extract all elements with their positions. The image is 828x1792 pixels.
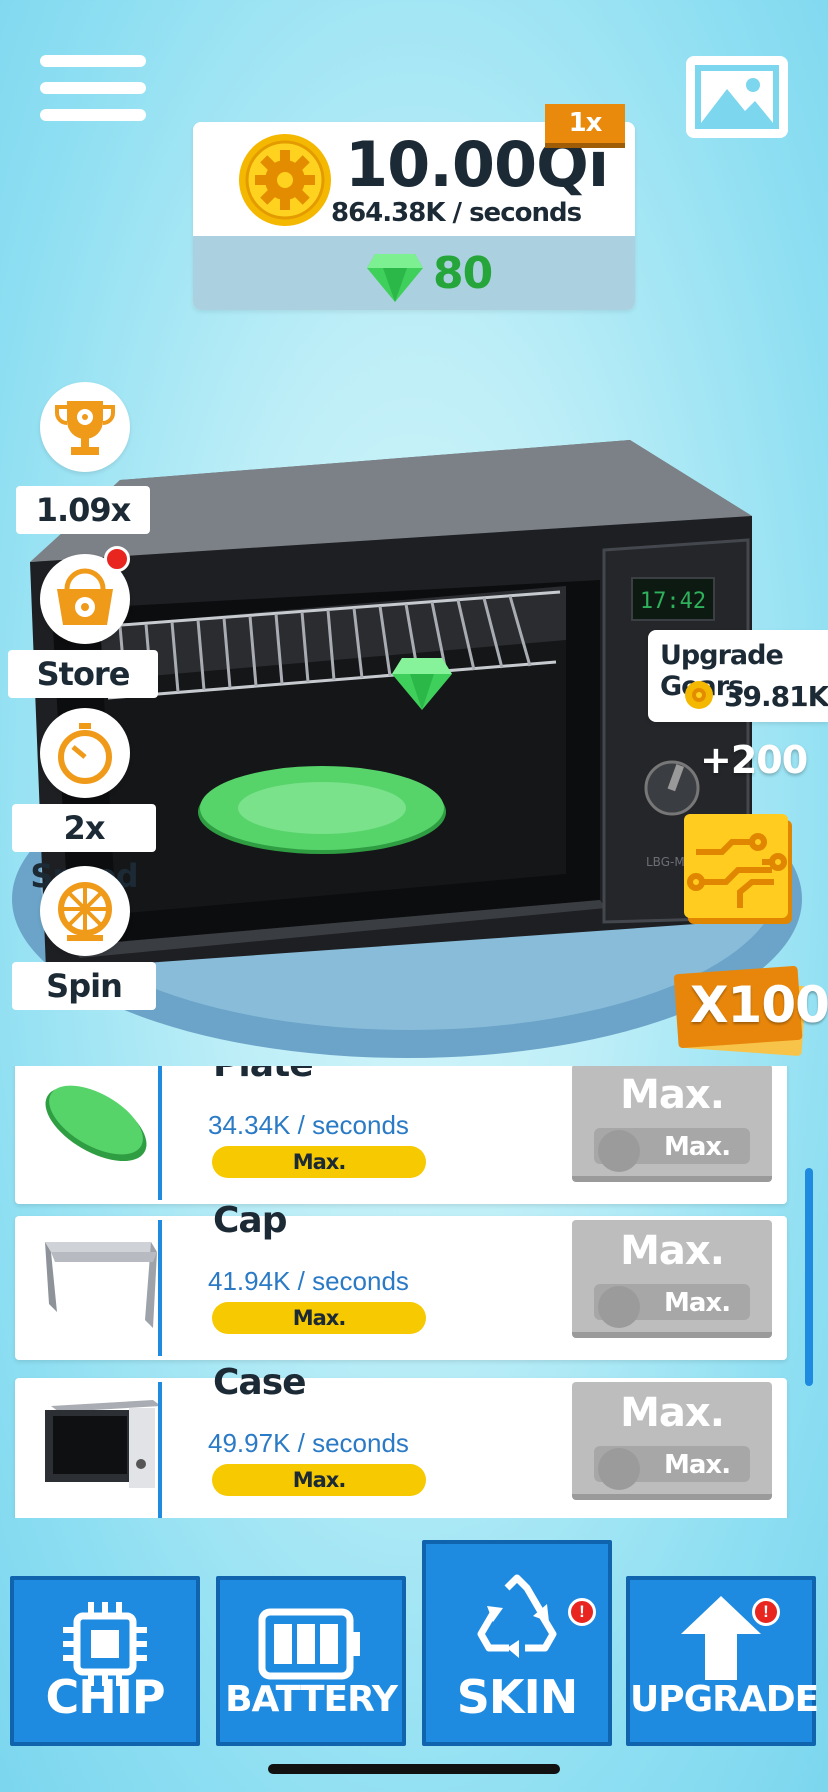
x100-label: X100 bbox=[690, 976, 828, 1034]
nav-upgrade-label: UPGRADE bbox=[630, 1679, 819, 1720]
spin-label: Spin bbox=[12, 962, 156, 1010]
recycle-icon bbox=[477, 1574, 557, 1658]
gear-coin-icon bbox=[239, 134, 331, 226]
floating-gem-icon[interactable] bbox=[390, 656, 454, 712]
list-item[interactable]: Case 49.97K / seconds Max. Max. Max. bbox=[15, 1362, 787, 1518]
nav-battery-button[interactable]: BATTERY bbox=[216, 1576, 406, 1746]
part-rate: 41.94K / seconds bbox=[208, 1266, 409, 1296]
nav-chip-button[interactable]: CHIP bbox=[10, 1576, 200, 1746]
upgrade-alert-badge: ! bbox=[752, 1598, 780, 1626]
plate-thumbnail bbox=[45, 1085, 147, 1162]
part-level-bar: Max. bbox=[212, 1302, 426, 1334]
part-level-bar: Max. bbox=[212, 1146, 426, 1178]
gem-balance: 80 bbox=[433, 248, 493, 299]
clock-display: 17:42 bbox=[640, 589, 706, 614]
nav-battery-label: BATTERY bbox=[225, 1679, 398, 1720]
gear-coin-icon bbox=[598, 1286, 640, 1328]
nav-skin-label: SKIN bbox=[456, 1670, 578, 1724]
gear-coin-icon bbox=[598, 1130, 640, 1172]
bonus-amount: +200 bbox=[700, 738, 808, 782]
gallery-button[interactable] bbox=[686, 56, 788, 138]
parts-list[interactable]: Plate 34.34K / seconds Max. Max. Max. Ca… bbox=[0, 1066, 828, 1518]
nav-skin-button[interactable]: SKIN ! bbox=[422, 1540, 612, 1746]
part-level-bar: Max. bbox=[212, 1464, 426, 1496]
buy-part-button[interactable]: Max. Max. bbox=[572, 1220, 772, 1338]
store-label: Store bbox=[8, 650, 158, 698]
upgrade-gears-button[interactable]: Upgrade Gears 39.81K bbox=[648, 630, 828, 722]
circuit-card-icon[interactable] bbox=[682, 812, 794, 924]
buy-part-button[interactable]: Max. Max. bbox=[572, 1382, 772, 1500]
part-name: Cap bbox=[213, 1200, 287, 1241]
speed-label: 2x Speed bbox=[12, 804, 156, 895]
currency-panel: 10.00Qi 864.38K / seconds 80 bbox=[193, 122, 635, 310]
list-item[interactable]: Cap 41.94K / seconds Max. Max. Max. bbox=[15, 1200, 787, 1360]
nav-upgrade-button[interactable]: UPGRADE ! bbox=[626, 1576, 819, 1746]
trophy-multiplier-label: 1.09x bbox=[16, 486, 150, 534]
skin-alert-badge: ! bbox=[568, 1598, 596, 1626]
hamburger-menu-icon bbox=[40, 55, 146, 67]
part-name: Plate bbox=[213, 1066, 314, 1085]
income-multiplier-badge[interactable]: 1x bbox=[545, 104, 625, 148]
list-scrollbar[interactable] bbox=[805, 1168, 813, 1386]
wheel-icon bbox=[58, 882, 112, 941]
list-item[interactable]: Plate 34.34K / seconds Max. Max. Max. bbox=[15, 1066, 787, 1204]
trophy-button[interactable] bbox=[40, 382, 130, 472]
part-rate: 34.34K / seconds bbox=[208, 1110, 409, 1140]
cap-thumbnail bbox=[45, 1242, 157, 1328]
image-gallery-icon bbox=[695, 65, 779, 129]
buy-part-button[interactable]: Max. Max. bbox=[572, 1066, 772, 1182]
trophy-gear-icon bbox=[55, 401, 115, 455]
part-name: Case bbox=[213, 1362, 307, 1403]
gear-coin-icon bbox=[685, 681, 713, 709]
oven-plate bbox=[198, 766, 446, 854]
gem-icon bbox=[367, 254, 423, 302]
speed-button[interactable] bbox=[40, 708, 130, 798]
gear-coin-icon bbox=[598, 1448, 640, 1490]
store-notification-dot bbox=[104, 546, 130, 572]
basket-gear-icon bbox=[57, 568, 113, 625]
menu-button[interactable] bbox=[40, 55, 146, 121]
upgrade-gears-cost: 39.81K bbox=[724, 680, 828, 713]
spin-button[interactable] bbox=[40, 866, 130, 956]
nav-chip-label: CHIP bbox=[45, 1670, 165, 1724]
part-rate: 49.97K / seconds bbox=[208, 1428, 409, 1458]
case-thumbnail bbox=[45, 1400, 161, 1488]
stopwatch-icon bbox=[58, 723, 112, 784]
home-indicator[interactable] bbox=[268, 1764, 560, 1774]
coin-rate: 864.38K / seconds bbox=[331, 198, 582, 228]
battery-icon bbox=[258, 1608, 360, 1680]
